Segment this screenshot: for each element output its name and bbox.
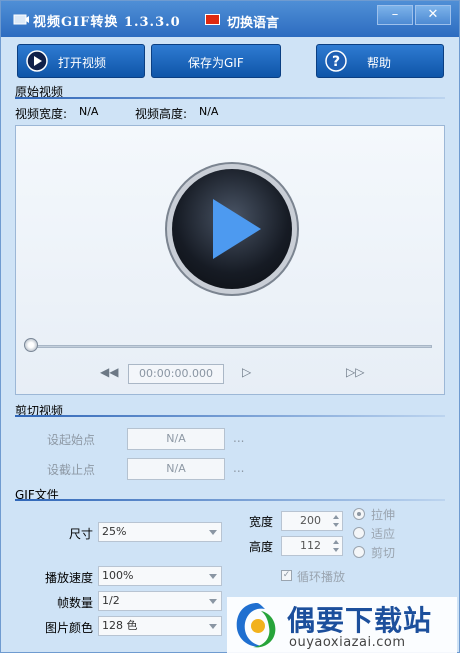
width-value: 200: [300, 514, 321, 527]
loop-label: 循环播放: [297, 570, 346, 584]
color-dropdown[interactable]: 128 色: [98, 616, 222, 636]
rewind-icon[interactable]: ◀◀: [100, 365, 118, 379]
spin-up-icon[interactable]: [333, 540, 339, 544]
start-point-more-button[interactable]: ...: [233, 431, 244, 445]
set-start-label: 设起始点: [47, 433, 96, 447]
set-end-label: 设截止点: [47, 463, 96, 477]
china-flag-icon[interactable]: [205, 14, 220, 25]
spin-up-icon[interactable]: [333, 515, 339, 519]
radio-unselected-icon: [353, 527, 365, 539]
chevron-down-icon: [209, 624, 217, 629]
svg-text:?: ?: [332, 54, 340, 70]
radio-selected-icon: [353, 508, 365, 520]
section-divider: [15, 97, 445, 99]
size-dropdown[interactable]: 25%: [98, 522, 222, 542]
big-play-button[interactable]: [172, 169, 292, 289]
speed-value: 100%: [102, 569, 134, 582]
site-watermark: 偶要下载站 ouyaoxiazai.com: [227, 597, 457, 653]
resize-fit-label: 适应: [371, 527, 396, 541]
play-icon: [213, 199, 261, 259]
video-width-label: 视频宽度:: [15, 107, 68, 121]
width-spinner[interactable]: 200: [281, 511, 343, 531]
frames-value: 1/2: [102, 594, 120, 607]
radio-unselected-icon: [353, 546, 365, 558]
video-width-value: N/A: [79, 105, 99, 118]
size-label: 尺寸: [68, 527, 93, 541]
video-height-label: 视频高度:: [135, 107, 188, 121]
height-spinner[interactable]: 112: [281, 536, 343, 556]
play-circle-icon: [26, 50, 48, 72]
chevron-down-icon: [209, 574, 217, 579]
height-value: 112: [300, 539, 321, 552]
watermark-url: ouyaoxiazai.com: [289, 635, 406, 650]
end-point-more-button[interactable]: ...: [233, 461, 244, 475]
end-point-field[interactable]: N/A: [127, 458, 225, 480]
window-title: 视频GIF转换 1.3.3.0: [33, 15, 181, 30]
save-gif-button[interactable]: 保存为GIF: [151, 44, 281, 78]
app-window: 视频GIF转换 1.3.3.0 切换语言 – ✕ 打开视频 保存为GIF ? 帮…: [0, 0, 460, 653]
video-preview-panel[interactable]: ◀◀ 00:00:00.000 ▷ ▷▷: [15, 125, 445, 395]
resize-crop-label: 剪切: [371, 546, 396, 560]
start-point-field[interactable]: N/A: [127, 428, 225, 450]
step-forward-icon[interactable]: ▷: [242, 365, 251, 379]
title-bar[interactable]: 视频GIF转换 1.3.3.0 切换语言 – ✕: [1, 1, 459, 37]
download-site-logo-icon: [236, 603, 276, 648]
speed-label: 播放速度: [44, 571, 93, 585]
save-gif-label: 保存为GIF: [188, 56, 244, 70]
close-button[interactable]: ✕: [415, 5, 451, 25]
resize-fit-radio[interactable]: 适应: [353, 525, 413, 541]
seek-slider-track[interactable]: [28, 345, 432, 348]
size-value: 25%: [102, 525, 127, 538]
help-button[interactable]: ? 帮助: [316, 44, 444, 78]
open-video-button[interactable]: 打开视频: [17, 44, 145, 78]
frames-dropdown[interactable]: 1/2: [98, 591, 222, 611]
resize-crop-radio[interactable]: 剪切: [353, 544, 413, 560]
minimize-button[interactable]: –: [377, 5, 413, 25]
spin-down-icon[interactable]: [333, 523, 339, 527]
height-label: 高度: [249, 540, 274, 554]
resize-stretch-radio[interactable]: 拉伸: [353, 506, 413, 522]
switch-language-link[interactable]: 切换语言: [227, 12, 279, 31]
speed-dropdown[interactable]: 100%: [98, 566, 222, 586]
section-divider: [15, 499, 445, 501]
watermark-title: 偶要下载站: [287, 604, 433, 637]
video-height-value: N/A: [199, 105, 219, 118]
section-divider: [15, 415, 445, 417]
checkbox-checked-icon: ✓: [281, 570, 292, 581]
resize-stretch-label: 拉伸: [371, 508, 396, 522]
color-label: 图片颜色: [44, 621, 93, 635]
fast-forward-icon[interactable]: ▷▷: [346, 365, 364, 379]
width-label: 宽度: [249, 515, 274, 529]
chevron-down-icon: [209, 599, 217, 604]
seek-slider-thumb[interactable]: [24, 338, 38, 352]
open-video-label: 打开视频: [58, 56, 107, 70]
time-display: 00:00:00.000: [128, 364, 224, 384]
trim-panel: 设起始点 N/A ... 设截止点 N/A ...: [15, 419, 445, 480]
help-icon: ?: [325, 50, 347, 72]
frames-label: 帧数量: [56, 596, 93, 610]
app-icon: [13, 14, 29, 25]
spin-down-icon[interactable]: [333, 548, 339, 552]
color-value: 128 色: [102, 619, 138, 632]
help-label: 帮助: [367, 56, 392, 70]
chevron-down-icon: [209, 530, 217, 535]
